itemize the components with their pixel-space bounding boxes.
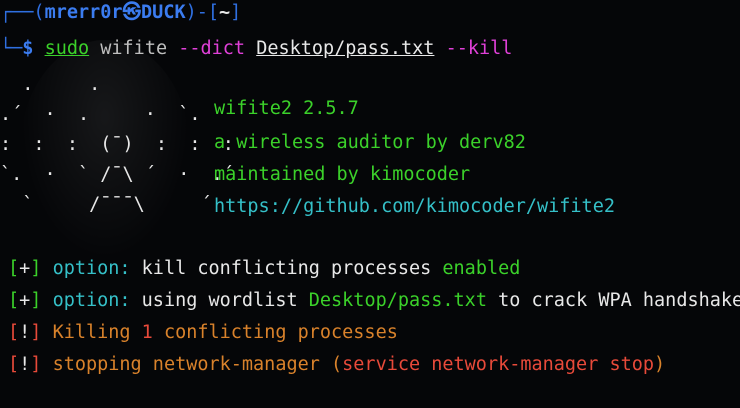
warning-mark: ! bbox=[19, 354, 31, 375]
command-path: Desktop/pass.txt bbox=[256, 38, 435, 59]
option-text: kill conflicting processes bbox=[141, 258, 432, 279]
bracket-open: [ bbox=[8, 290, 20, 311]
message-killing: [!] Killing 1 conflicting processes bbox=[8, 322, 398, 344]
message-wordlist-option: [+] option: using wordlist Desktop/pass.… bbox=[8, 290, 740, 312]
option-text: using wordlist bbox=[141, 290, 298, 311]
message-stopping: [!] stopping network-manager (service ne… bbox=[8, 354, 665, 376]
bracket-close: ] bbox=[30, 354, 42, 375]
warning-mark: ! bbox=[19, 322, 31, 343]
logo-line-1: . . bbox=[0, 74, 101, 95]
prompt-dir: ~ bbox=[219, 2, 231, 23]
bracket-open: [ bbox=[8, 258, 20, 279]
prompt-host: DUCK bbox=[141, 2, 186, 23]
command-sudo: sudo bbox=[44, 38, 90, 59]
bracket-close: ] bbox=[30, 322, 42, 343]
banner-maintainer: maintained by kimocoder bbox=[214, 164, 471, 185]
command-flag-kill: --kill bbox=[445, 38, 513, 59]
bracket-open: [ bbox=[8, 322, 20, 343]
wordlist-path: Desktop/pass.txt bbox=[308, 290, 487, 311]
killing-text: Killing bbox=[52, 322, 131, 343]
bracket-close: ] bbox=[30, 290, 42, 311]
stop-command: service network-manager stop bbox=[342, 354, 655, 375]
paren-close: ) bbox=[654, 354, 666, 375]
logo-line-5: ` /¯¯¯\ ´ bbox=[0, 194, 212, 215]
message-kill-option: [+] option: kill conflicting processes e… bbox=[8, 258, 520, 280]
logo-line-3: : : : (¯) : : : bbox=[0, 134, 234, 155]
option-text-tail: to crack WPA handshakes bbox=[498, 290, 740, 311]
prompt-close: ] bbox=[230, 2, 242, 23]
prompt-corner-top: ┌──( bbox=[0, 2, 45, 23]
prompt-line: ┌──(mrerr0r㉿DUCK)-[~] bbox=[0, 2, 241, 24]
command-flag-dict: --dict bbox=[178, 38, 246, 59]
banner-url[interactable]: https://github.com/kimocoder/wifite2 bbox=[214, 196, 615, 218]
command-program: wifite bbox=[100, 38, 168, 59]
prompt-mid: )-[ bbox=[185, 2, 220, 23]
paren-open: ( bbox=[331, 354, 343, 375]
prompt-user: mrerr0r bbox=[44, 2, 123, 23]
option-status: enabled bbox=[442, 258, 521, 279]
banner-title: wifite2 2.5.7 bbox=[214, 98, 359, 119]
logo-line-2: .´ · . · `. bbox=[0, 104, 201, 125]
killing-count: 1 bbox=[141, 322, 153, 343]
logo-line-4: `. · ` /¯\ ´ · .´ bbox=[0, 164, 234, 185]
option-label: option: bbox=[52, 258, 131, 279]
prompt-dollar: $ bbox=[22, 38, 45, 59]
banner-subtitle: a wireless auditor by derv82 bbox=[214, 132, 526, 153]
plus-mark: + bbox=[19, 290, 31, 311]
stopping-text: stopping network-manager bbox=[52, 354, 320, 375]
bracket-open: [ bbox=[8, 354, 20, 375]
prompt-at-icon: ㉿ bbox=[122, 2, 142, 23]
option-label: option: bbox=[52, 290, 131, 311]
prompt-corner-bottom: └─ bbox=[0, 38, 23, 59]
plus-mark: + bbox=[19, 258, 31, 279]
command-line[interactable]: └─$ sudo wifite --dict Desktop/pass.txt … bbox=[0, 38, 512, 60]
killing-text-tail: conflicting processes bbox=[163, 322, 398, 343]
bracket-close: ] bbox=[30, 258, 42, 279]
